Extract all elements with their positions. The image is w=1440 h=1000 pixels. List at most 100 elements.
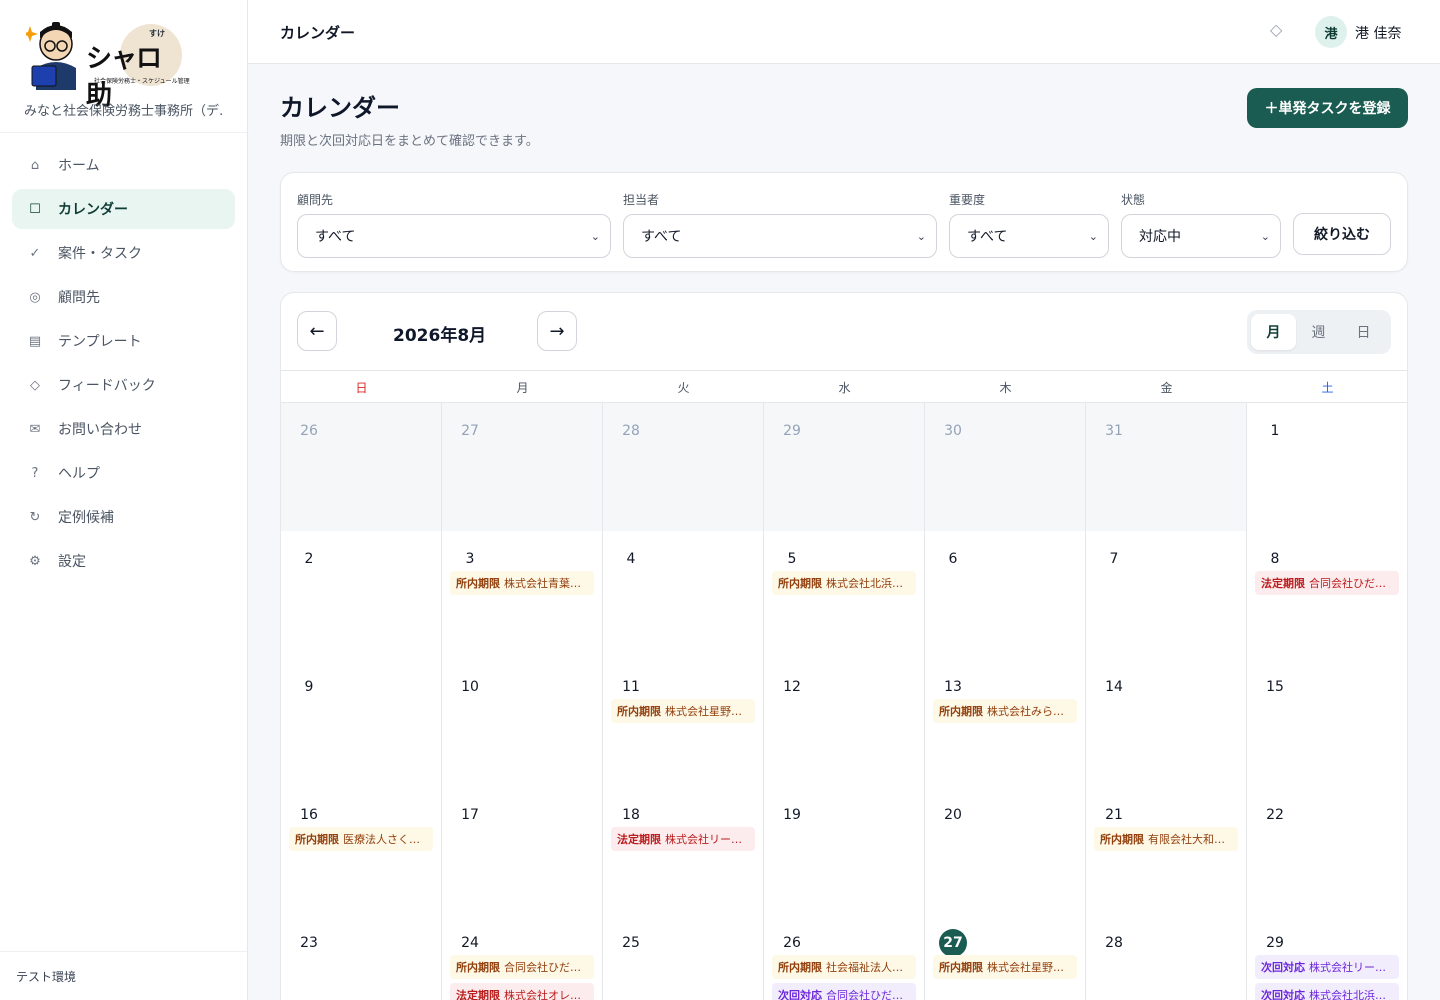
assignee-select-value: すべて — [641, 229, 682, 245]
calendar-event[interactable]: 法定期限 株式会社リー… — [611, 827, 755, 851]
sidebar-item-recurring[interactable]: ↻ 定例候補 — [12, 497, 235, 537]
calendar-event[interactable]: 法定期限 株式会社オレ… — [450, 983, 594, 1000]
event-kind: 所内期限 — [939, 705, 983, 718]
calendar-day-cell[interactable]: 17 — [442, 787, 603, 915]
sidebar-item-calendar[interactable]: ☐ カレンダー — [12, 189, 235, 229]
calendar-day-cell[interactable]: 24 所内期限 合同会社ひだ… 法定期限 株式会社オレ… — [442, 915, 603, 1000]
avatar[interactable]: 港 — [1315, 16, 1347, 48]
prev-month-button[interactable]: ← — [297, 311, 337, 351]
calendar-event[interactable]: 次回対応 株式会社リー… — [1255, 955, 1399, 979]
view-tab-week[interactable]: 週 — [1296, 314, 1341, 350]
calendar-day-cell[interactable]: 6 — [925, 531, 1086, 659]
add-task-button[interactable]: ＋単発タスクを登録 — [1247, 88, 1408, 128]
calendar-day-cell[interactable]: 30 — [925, 403, 1086, 531]
calendar-event[interactable]: 次回対応 合同会社ひだ… — [772, 983, 916, 1000]
day-number: 3 — [465, 551, 475, 567]
sidebar-item-feedback[interactable]: ◇ フィードバック — [12, 365, 235, 405]
calendar-day-cell[interactable]: 10 — [442, 659, 603, 787]
sidebar-item-templates[interactable]: ▤ テンプレート — [12, 321, 235, 361]
calendar-day-cell[interactable]: 29 次回対応 株式会社リー… 次回対応 株式会社北浜… — [1247, 915, 1407, 1000]
day-number: 7 — [1109, 551, 1119, 567]
day-number: 29 — [1266, 935, 1284, 951]
priority-select[interactable]: すべて ⌄ — [949, 214, 1109, 258]
status-select[interactable]: 対応中 ⌄ — [1121, 214, 1281, 258]
user-name[interactable]: 港 佳奈 — [1355, 23, 1401, 43]
event-title: 合同会社ひだ… — [826, 989, 903, 1000]
calendar-day-cell[interactable]: 12 — [764, 659, 925, 787]
weekday-label: 木 — [999, 380, 1012, 395]
calendar-event[interactable]: 所内期限 社会福祉法人… — [772, 955, 916, 979]
calendar-day-cell[interactable]: 11 所内期限 株式会社星野… — [603, 659, 764, 787]
calendar-event[interactable]: 所内期限 株式会社星野… — [611, 699, 755, 723]
client-select[interactable]: すべて ⌄ — [297, 214, 611, 258]
calendar-day-cell[interactable]: 5 所内期限 株式会社北浜… — [764, 531, 925, 659]
calendar-day-cell[interactable]: 4 — [603, 531, 764, 659]
event-title: 株式会社オレ… — [504, 989, 581, 1000]
calendar-event[interactable]: 所内期限 株式会社北浜… — [772, 571, 916, 595]
calendar-icon: ☐ — [29, 201, 41, 217]
sidebar-item-help[interactable]: ? ヘルプ — [12, 453, 235, 493]
event-kind: 所内期限 — [778, 961, 822, 974]
calendar-event[interactable]: 次回対応 株式会社北浜… — [1255, 983, 1399, 1000]
day-number: 30 — [944, 423, 962, 439]
calendar-day-cell[interactable]: 15 — [1247, 659, 1407, 787]
calendar-day-cell[interactable]: 28 — [603, 403, 764, 531]
check-icon: ✓ — [29, 245, 41, 261]
sidebar-item-settings[interactable]: ⚙ 設定 — [12, 541, 235, 581]
calendar-event[interactable]: 所内期限 有限会社大和… — [1094, 827, 1238, 851]
calendar-day-cell[interactable]: 25 — [603, 915, 764, 1000]
sidebar-item-tasks[interactable]: ✓ 案件・タスク — [12, 233, 235, 273]
app-logo[interactable]: シャロ助 すけ 社会保険労務士・スケジュール管理 — [24, 18, 190, 111]
event-kind: 次回対応 — [1261, 989, 1305, 1000]
calendar-day-cell[interactable]: 28 — [1086, 915, 1247, 1000]
calendar-day-cell[interactable]: 3 所内期限 株式会社青葉… — [442, 531, 603, 659]
apply-filter-button[interactable]: 絞り込む — [1293, 213, 1391, 255]
chevron-down-icon: ⌄ — [590, 229, 600, 243]
sidebar-item-clients[interactable]: ◎ 顧問先 — [12, 277, 235, 317]
sidebar-item-label: カレンダー — [58, 202, 128, 218]
calendar-day-cell[interactable]: 9 — [281, 659, 442, 787]
calendar-day-cell[interactable]: 13 所内期限 株式会社みら… — [925, 659, 1086, 787]
next-month-button[interactable]: → — [537, 311, 577, 351]
sidebar: シャロ助 すけ 社会保険労務士・スケジュール管理 みなと社会保険労務士事務所（デ… — [0, 0, 248, 1000]
calendar-event[interactable]: 所内期限 医療法人さく… — [289, 827, 433, 851]
calendar-day-cell[interactable]: 26 所内期限 社会福祉法人… 次回対応 合同会社ひだ… — [764, 915, 925, 1000]
notification-icon[interactable]: ◇ — [1270, 20, 1282, 39]
calendar-day-cell[interactable]: 1 — [1247, 403, 1407, 531]
calendar-event[interactable]: 所内期限 株式会社青葉… — [450, 571, 594, 595]
calendar-day-cell[interactable]: 16 所内期限 医療法人さく… — [281, 787, 442, 915]
calendar-day-cell[interactable]: 26 — [281, 403, 442, 531]
assignee-select[interactable]: すべて ⌄ — [623, 214, 937, 258]
calendar-day-cell[interactable]: 21 所内期限 有限会社大和… — [1086, 787, 1247, 915]
view-tab-day[interactable]: 日 — [1341, 314, 1386, 350]
calendar-day-cell[interactable]: 7 — [1086, 531, 1247, 659]
sidebar-item-label: 顧問先 — [58, 290, 100, 306]
calendar-day-cell[interactable]: 31 — [1086, 403, 1247, 531]
calendar-day-cell[interactable]: 19 — [764, 787, 925, 915]
mail-icon: ✉ — [29, 421, 41, 437]
day-number: 10 — [461, 679, 479, 695]
day-number: 27 — [461, 423, 479, 439]
weekday-header: 日月火水木金土 — [281, 370, 1407, 403]
calendar-day-cell[interactable]: 20 — [925, 787, 1086, 915]
calendar-day-cell[interactable]: 14 — [1086, 659, 1247, 787]
calendar-day-cell[interactable]: 29 — [764, 403, 925, 531]
calendar-event[interactable]: 法定期限 合同会社ひだ… — [1255, 571, 1399, 595]
calendar-day-cell[interactable]: 8 法定期限 合同会社ひだ… — [1247, 531, 1407, 659]
sidebar-item-home[interactable]: ⌂ ホーム — [12, 145, 235, 185]
calendar-day-cell[interactable]: 27 — [442, 403, 603, 531]
calendar-event[interactable]: 所内期限 株式会社星野… — [933, 955, 1077, 979]
calendar-day-cell[interactable]: 22 — [1247, 787, 1407, 915]
calendar-event[interactable]: 所内期限 株式会社みら… — [933, 699, 1077, 723]
view-tab-month[interactable]: 月 — [1251, 314, 1296, 350]
calendar-event[interactable]: 所内期限 合同会社ひだ… — [450, 955, 594, 979]
day-number: 19 — [783, 807, 801, 823]
calendar-day-cell[interactable]: 23 — [281, 915, 442, 1000]
arrow-right-icon: → — [549, 320, 565, 342]
sidebar-item-contact[interactable]: ✉ お問い合わせ — [12, 409, 235, 449]
calendar-day-cell[interactable]: 27 所内期限 株式会社星野… — [925, 915, 1086, 1000]
calendar-day-cell[interactable]: 2 — [281, 531, 442, 659]
calendar-day-cell[interactable]: 18 法定期限 株式会社リー… — [603, 787, 764, 915]
sidebar-item-label: 設定 — [58, 554, 86, 570]
event-kind: 所内期限 — [295, 833, 339, 846]
